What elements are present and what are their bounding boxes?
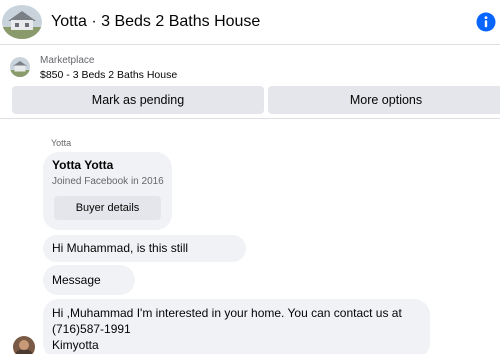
profile-card: Yotta Yotta Joined Facebook in 2016 Buye… [43, 152, 172, 230]
listing-title[interactable]: $850 - 3 Beds 2 Baths House [40, 69, 177, 81]
conversation-header: Yotta · 3 Beds 2 Baths House [0, 0, 500, 45]
message-bubble: Message sent [43, 265, 135, 317]
sender-name: Yotta [51, 138, 72, 148]
more-options-button[interactable]: More options [268, 86, 500, 114]
message-bubble: Hi Muhammad, is this still available? [43, 235, 246, 282]
mark-as-pending-button[interactable]: Mark as pending [12, 86, 264, 114]
message-line: Hi ,Muhammad I'm interested in your home… [52, 306, 402, 320]
profile-joined: Joined Facebook in 2016 [52, 176, 164, 187]
info-icon[interactable] [476, 12, 496, 32]
message-line: Kimyotta [52, 338, 99, 352]
message-thread: Yotta Yotta Yotta Joined Facebook in 201… [0, 119, 500, 354]
buyer-details-button[interactable]: Buyer details [54, 196, 161, 220]
listing-small-thumbnail[interactable] [10, 57, 30, 77]
message-bubble: Hi ,Muhammad I'm interested in your home… [43, 299, 430, 354]
conversation-title[interactable]: Yotta · 3 Beds 2 Baths House [51, 13, 260, 31]
sender-avatar[interactable] [13, 336, 35, 354]
profile-name: Yotta Yotta [52, 158, 114, 172]
listing-panel: Marketplace $850 - 3 Beds 2 Baths House … [0, 45, 500, 119]
listing-thumbnail[interactable] [2, 5, 42, 39]
listing-source: Marketplace [40, 55, 95, 66]
message-line: (716)587-1991 [52, 322, 131, 336]
